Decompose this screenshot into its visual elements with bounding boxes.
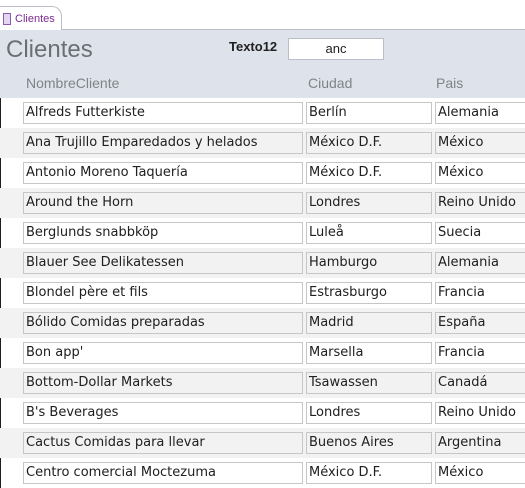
- table-row[interactable]: Cactus Comidas para llevar Buenos Aires …: [0, 428, 525, 458]
- pais-field[interactable]: España: [435, 312, 525, 334]
- nombrecliente-field[interactable]: Blauer See Delikatessen: [23, 252, 303, 274]
- records-list: Alfreds Futterkiste Berlín Alemania Ana …: [0, 98, 525, 488]
- table-row[interactable]: Bottom-Dollar Markets Tsawassen Canadá: [0, 368, 525, 398]
- ciudad-field[interactable]: Londres: [306, 192, 432, 214]
- table-row[interactable]: Around the Horn Londres Reino Unido: [0, 188, 525, 218]
- search-input[interactable]: anc: [288, 38, 384, 60]
- pais-field[interactable]: México: [435, 162, 525, 184]
- pais-field[interactable]: Reino Unido: [435, 192, 525, 214]
- pais-field[interactable]: Francia: [435, 342, 525, 364]
- pais-field[interactable]: Argentina: [435, 432, 525, 454]
- nombrecliente-field[interactable]: Centro comercial Moctezuma: [23, 462, 303, 484]
- ciudad-field[interactable]: Hamburgo: [306, 252, 432, 274]
- ciudad-field[interactable]: Marsella: [306, 342, 432, 364]
- column-header-pais: Pais: [436, 75, 464, 91]
- pais-field[interactable]: Suecia: [435, 222, 525, 244]
- nombrecliente-field[interactable]: Bólido Comidas preparadas: [23, 312, 303, 334]
- ciudad-field[interactable]: Estrasburgo: [306, 282, 432, 304]
- pais-field[interactable]: Alemania: [435, 252, 525, 274]
- document-tab-bar: Clientes: [0, 0, 525, 30]
- table-row[interactable]: Antonio Moreno Taquería México D.F. Méxi…: [0, 158, 525, 188]
- ciudad-field[interactable]: Londres: [306, 402, 432, 424]
- ciudad-field[interactable]: Madrid: [306, 312, 432, 334]
- table-row[interactable]: Berglunds snabbköp Luleå Suecia: [0, 218, 525, 248]
- form-header: Clientes Texto12 anc NombreCliente Ciuda…: [0, 30, 525, 98]
- table-row[interactable]: Bon app' Marsella Francia: [0, 338, 525, 368]
- nombrecliente-field[interactable]: Ana Trujillo Emparedados y helados: [23, 132, 303, 154]
- pais-field[interactable]: Canadá: [435, 372, 525, 394]
- nombrecliente-field[interactable]: Alfreds Futterkiste: [23, 102, 303, 124]
- ciudad-field[interactable]: Buenos Aires: [306, 432, 432, 454]
- nombrecliente-field[interactable]: Bottom-Dollar Markets: [23, 372, 303, 394]
- nombrecliente-field[interactable]: Bon app': [23, 342, 303, 364]
- table-row[interactable]: Blauer See Delikatessen Hamburgo Alemani…: [0, 248, 525, 278]
- nombrecliente-field[interactable]: B's Beverages: [23, 402, 303, 424]
- pais-field[interactable]: Francia: [435, 282, 525, 304]
- nombrecliente-field[interactable]: Antonio Moreno Taquería: [23, 162, 303, 184]
- tab-clientes[interactable]: Clientes: [0, 6, 62, 30]
- ciudad-field[interactable]: México D.F.: [306, 132, 432, 154]
- ciudad-field[interactable]: Luleå: [306, 222, 432, 244]
- nombrecliente-field[interactable]: Around the Horn: [23, 192, 303, 214]
- table-row[interactable]: Bólido Comidas preparadas Madrid España: [0, 308, 525, 338]
- column-header-nombrecliente: NombreCliente: [26, 75, 120, 91]
- pais-field[interactable]: México: [435, 462, 525, 484]
- table-row[interactable]: Ana Trujillo Emparedados y helados Méxic…: [0, 128, 525, 158]
- table-row[interactable]: B's Beverages Londres Reino Unido: [0, 398, 525, 428]
- search-label: Texto12: [229, 39, 278, 54]
- pais-field[interactable]: Reino Unido: [435, 402, 525, 424]
- nombrecliente-field[interactable]: Berglunds snabbköp: [23, 222, 303, 244]
- ciudad-field[interactable]: Tsawassen: [306, 372, 432, 394]
- table-row[interactable]: Blondel père et fils Estrasburgo Francia: [0, 278, 525, 308]
- form-icon: [3, 12, 11, 25]
- page-title: Clientes: [6, 36, 93, 63]
- column-header-ciudad: Ciudad: [308, 75, 353, 91]
- ciudad-field[interactable]: México D.F.: [306, 462, 432, 484]
- tab-label: Clientes: [15, 12, 55, 25]
- pais-field[interactable]: México: [435, 132, 525, 154]
- table-row[interactable]: Centro comercial Moctezuma México D.F. M…: [0, 458, 525, 488]
- nombrecliente-field[interactable]: Cactus Comidas para llevar: [23, 432, 303, 454]
- nombrecliente-field[interactable]: Blondel père et fils: [23, 282, 303, 304]
- pais-field[interactable]: Alemania: [435, 102, 525, 124]
- ciudad-field[interactable]: México D.F.: [306, 162, 432, 184]
- ciudad-field[interactable]: Berlín: [306, 102, 432, 124]
- table-row[interactable]: Alfreds Futterkiste Berlín Alemania: [0, 98, 525, 128]
